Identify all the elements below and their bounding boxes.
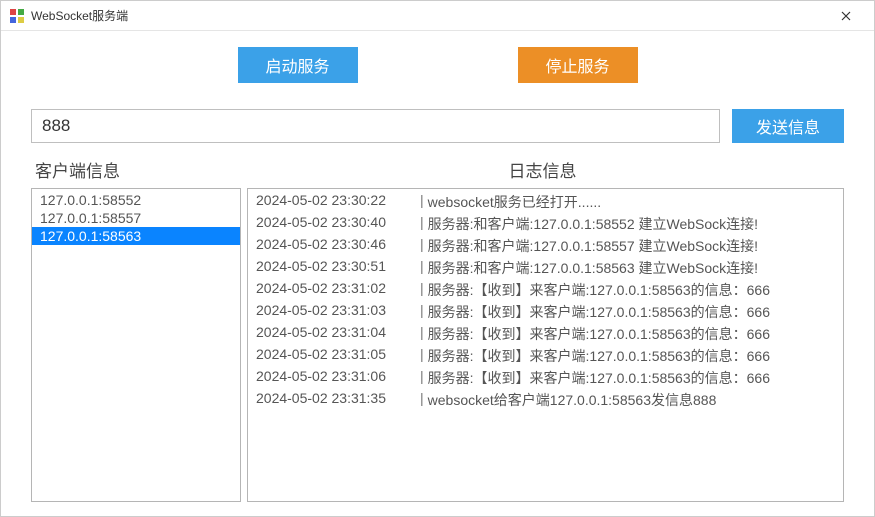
logs-header: 日志信息 [241, 157, 844, 182]
log-message: 服务器:【收到】来客户端:127.0.0.1:58563的信息：666 [428, 346, 835, 366]
log-timestamp: 2024-05-02 23:30:22 [256, 192, 416, 212]
client-item[interactable]: 127.0.0.1:58563 [32, 227, 240, 245]
log-timestamp: 2024-05-02 23:31:03 [256, 302, 416, 322]
log-message: 服务器:【收到】来客户端:127.0.0.1:58563的信息：666 [428, 324, 835, 344]
log-item: 2024-05-02 23:31:02|服务器:【收到】来客户端:127.0.0… [248, 279, 843, 301]
log-separator: | [416, 192, 428, 212]
log-message: 服务器:和客户端:127.0.0.1:58552 建立WebSock连接! [428, 214, 835, 234]
log-separator: | [416, 236, 428, 256]
log-item: 2024-05-02 23:30:46|服务器:和客户端:127.0.0.1:5… [248, 235, 843, 257]
log-item: 2024-05-02 23:30:22|websocket服务已经打开.....… [248, 191, 843, 213]
service-controls: 启动服务 停止服务 [31, 47, 844, 83]
log-message: 服务器:【收到】来客户端:127.0.0.1:58563的信息：666 [428, 280, 835, 300]
log-separator: | [416, 390, 428, 410]
log-separator: | [416, 346, 428, 366]
log-separator: | [416, 214, 428, 234]
log-item: 2024-05-02 23:31:04|服务器:【收到】来客户端:127.0.0… [248, 323, 843, 345]
log-separator: | [416, 302, 428, 322]
log-message: websocket给客户端127.0.0.1:58563发信息888 [428, 390, 835, 410]
log-separator: | [416, 258, 428, 278]
message-input[interactable] [31, 109, 720, 143]
log-item: 2024-05-02 23:31:35|websocket给客户端127.0.0… [248, 389, 843, 411]
log-message: 服务器:【收到】来客户端:127.0.0.1:58563的信息：666 [428, 302, 835, 322]
log-timestamp: 2024-05-02 23:31:35 [256, 390, 416, 410]
log-timestamp: 2024-05-02 23:30:40 [256, 214, 416, 234]
log-timestamp: 2024-05-02 23:30:46 [256, 236, 416, 256]
log-message: websocket服务已经打开...... [428, 192, 835, 212]
log-message: 服务器:和客户端:127.0.0.1:58557 建立WebSock连接! [428, 236, 835, 256]
headers-row: 客户端信息 日志信息 [31, 157, 844, 182]
window-title: WebSocket服务端 [31, 7, 826, 24]
log-item: 2024-05-02 23:31:05|服务器:【收到】来客户端:127.0.0… [248, 345, 843, 367]
log-list[interactable]: 2024-05-02 23:30:22|websocket服务已经打开.....… [247, 188, 844, 502]
client-list[interactable]: 127.0.0.1:58552127.0.0.1:58557127.0.0.1:… [31, 188, 241, 502]
lists-row: 127.0.0.1:58552127.0.0.1:58557127.0.0.1:… [31, 188, 844, 502]
log-separator: | [416, 324, 428, 344]
log-timestamp: 2024-05-02 23:31:02 [256, 280, 416, 300]
message-row: 发送信息 [31, 109, 844, 143]
close-button[interactable] [826, 1, 866, 30]
log-item: 2024-05-02 23:31:03|服务器:【收到】来客户端:127.0.0… [248, 301, 843, 323]
client-item[interactable]: 127.0.0.1:58557 [32, 209, 240, 227]
clients-header: 客户端信息 [31, 157, 241, 182]
content-area: 启动服务 停止服务 发送信息 客户端信息 日志信息 127.0.0.1:5855… [1, 31, 874, 516]
start-service-button[interactable]: 启动服务 [238, 47, 358, 83]
log-separator: | [416, 368, 428, 388]
log-item: 2024-05-02 23:30:51|服务器:和客户端:127.0.0.1:5… [248, 257, 843, 279]
send-button[interactable]: 发送信息 [732, 109, 844, 143]
log-message: 服务器:【收到】来客户端:127.0.0.1:58563的信息：666 [428, 368, 835, 388]
log-item: 2024-05-02 23:31:06|服务器:【收到】来客户端:127.0.0… [248, 367, 843, 389]
titlebar: WebSocket服务端 [1, 1, 874, 31]
log-timestamp: 2024-05-02 23:31:04 [256, 324, 416, 344]
log-message: 服务器:和客户端:127.0.0.1:58563 建立WebSock连接! [428, 258, 835, 278]
log-timestamp: 2024-05-02 23:31:05 [256, 346, 416, 366]
client-item[interactable]: 127.0.0.1:58552 [32, 191, 240, 209]
log-separator: | [416, 280, 428, 300]
app-window: WebSocket服务端 启动服务 停止服务 发送信息 客户端信息 日志信息 1… [0, 0, 875, 517]
log-item: 2024-05-02 23:30:40|服务器:和客户端:127.0.0.1:5… [248, 213, 843, 235]
app-icon [9, 8, 25, 24]
stop-service-button[interactable]: 停止服务 [518, 47, 638, 83]
log-timestamp: 2024-05-02 23:31:06 [256, 368, 416, 388]
log-timestamp: 2024-05-02 23:30:51 [256, 258, 416, 278]
